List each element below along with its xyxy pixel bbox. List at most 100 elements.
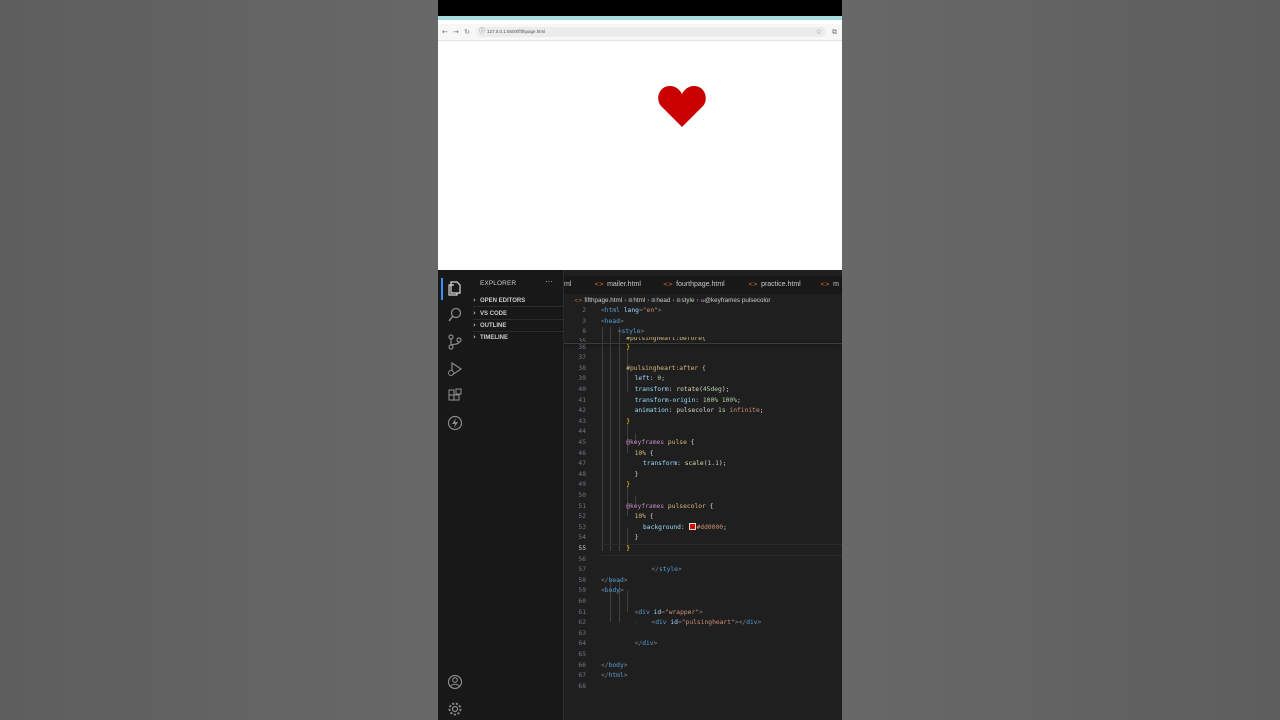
code-token: ; [759,407,764,415]
line-number: 38 [578,364,586,372]
extensions-icon[interactable] [446,387,464,405]
section-open-editors[interactable]: › OPEN EDITORS [473,294,561,306]
code-editor[interactable]: 2 3 8 35 36 37 38 39 40 41 42 43 44 45 4… [564,306,842,720]
address-bar[interactable]: ⓘ 127.0.0.1:5500/fifthpage.html ☆ [476,27,826,37]
url-text[interactable]: 127.0.0.1:5500/fifthpage.html [487,27,545,37]
code-token: ; [661,375,665,383]
tab-mailer[interactable]: <> mailer.html [594,276,641,294]
code-line-62[interactable]: <div id="pulsingheart"></div> [651,618,761,629]
code-token: transform-origin [634,396,696,404]
code-line-2[interactable]: <html lang="en"> [601,306,662,317]
code-line-46[interactable]: 10% { [635,449,654,460]
settings-gear-icon[interactable] [446,700,464,718]
code-token: body [608,661,624,669]
code-line-45[interactable]: @keyframes pulse { [626,438,694,449]
element-icon: ⧈ [651,297,656,304]
chevron-right-icon: › [473,333,476,341]
code-line-41[interactable]: transform-origin: 100% 100%; [635,396,741,407]
line-number-current: 55 [578,544,586,552]
bookmark-star-icon[interactable]: ☆ [816,27,822,37]
breadcrumb-html[interactable]: html [633,297,645,304]
code-line-3[interactable]: <head> [601,317,624,328]
code-token: id [666,619,678,627]
code-line-67[interactable]: </html> [601,671,628,682]
site-info-icon[interactable]: ⓘ [479,28,485,36]
run-debug-icon[interactable] [446,360,464,378]
code-line-35[interactable]: #pulsingheart:before{ [626,337,706,342]
code-token: @keyframes [626,438,665,446]
line-number: 63 [578,629,586,637]
code-line-40[interactable]: transform: rotate(45deg); [635,385,730,396]
breadcrumb-file[interactable]: fifthpage.html [584,297,622,304]
code-line-57[interactable]: </style> [651,565,681,576]
breadcrumb-keyframes[interactable]: @keyframes pulsecolor [705,297,771,304]
section-timeline[interactable]: › TIMELINE [473,331,561,343]
indent-guide [635,622,636,623]
code-token: pulse [667,438,687,446]
back-icon[interactable]: ← [442,27,448,37]
code-line-61[interactable]: <div id="wrapper"> [635,608,703,619]
code-line-59[interactable]: <body> [601,586,624,597]
tab-label: mailer.html [607,281,641,288]
line-number: 45 [578,438,586,446]
code-line-38[interactable]: #pulsingheart:after { [626,364,706,375]
code-token: : [677,460,685,468]
code-token: ; [723,523,727,531]
code-token: 100% 100% [702,396,737,404]
code-line-51[interactable]: @keyframes pulsecolor { [626,502,713,513]
code-line-58[interactable]: </head> [601,576,628,587]
lightning-icon[interactable] [446,414,464,432]
line-number: 8 [582,328,586,335]
active-indicator [441,278,443,300]
breadcrumb-head[interactable]: head [656,297,670,304]
tab-overflow[interactable]: <> m [820,276,839,294]
reload-icon[interactable]: ↻ [464,27,470,37]
element-icon: ⧈ [628,297,633,304]
html-file-icon: <> [663,281,674,288]
code-token: @keyframes [626,502,665,510]
code-token: style [658,566,678,574]
code-line-47[interactable]: transform: scale(1.1); [643,459,726,470]
forward-icon[interactable]: → [453,27,459,37]
breadcrumb-style[interactable]: style [682,297,695,304]
code-line-39[interactable]: left: 0; [635,374,665,385]
code-line-43[interactable]: } [626,417,630,428]
search-icon[interactable] [446,306,464,324]
extensions-icon[interactable]: ⧉ [832,27,837,37]
chevron-right-icon: › [473,309,476,317]
chevron-right-icon: › [696,297,699,304]
code-line-53[interactable]: background: #dd0000; [643,522,727,534]
code-line-66[interactable]: </body> [601,661,628,672]
code-token: div [638,608,650,616]
code-token: > [657,307,662,314]
code-line-48[interactable]: } [635,470,639,481]
indent-guide [602,327,603,551]
source-control-icon[interactable] [446,333,464,351]
code-token: id [649,608,662,616]
tab-partial[interactable]: ml [564,276,571,294]
color-swatch[interactable] [688,522,696,530]
code-line-49[interactable]: } [626,480,630,491]
code-line-55[interactable]: } [626,544,630,555]
code-line-36[interactable]: } [626,343,630,354]
code-token: #pulsingheart:before{ [626,337,706,342]
more-actions-icon[interactable]: ··· [545,277,553,286]
line-number: 54 [578,534,586,542]
section-vs-code[interactable]: › VS CODE [473,307,561,319]
tab-fourthpage[interactable]: <> fourthpage.html [663,276,725,294]
section-outline[interactable]: › OUTLINE [473,319,561,331]
code-line-42[interactable]: animation: pulsecolor 1s infinite; [635,406,764,417]
explorer-icon[interactable] [446,279,464,297]
code-line-64[interactable]: </div> [635,639,658,650]
line-number: 68 [578,682,586,690]
code-line-52[interactable]: 10% { [635,512,654,523]
line-number: 52 [578,513,586,521]
line-number: 37 [578,354,586,362]
browser-toolbar: ← → ↻ ⓘ 127.0.0.1:5500/fifthpage.html ☆ … [438,24,842,41]
html-file-icon: <> [748,281,759,288]
code-token: { [705,502,714,510]
code-line-54[interactable]: } [635,533,639,544]
tab-practice[interactable]: <> practice.html [748,276,801,294]
code-line-8[interactable]: <style> [618,327,645,338]
account-icon[interactable] [446,673,464,691]
